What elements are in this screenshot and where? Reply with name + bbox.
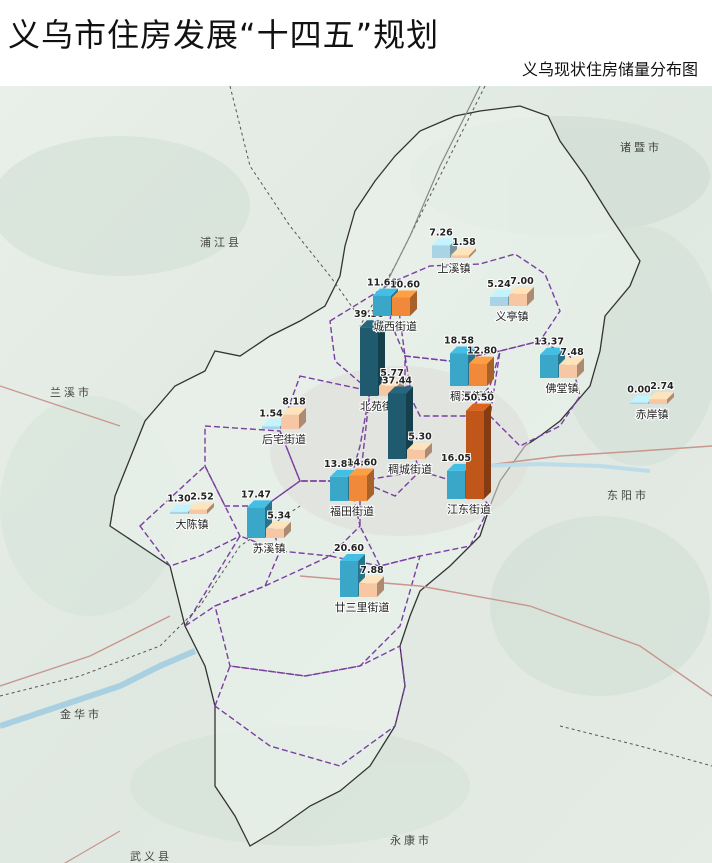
bar-series2-10 <box>466 403 491 499</box>
region-label-lanxi: 兰溪市 <box>50 385 92 399</box>
town-label-2: 后宅街道 <box>262 432 306 446</box>
value-label-s2-6: 7.88 <box>360 565 384 576</box>
value-label-s1-0: 1.30 <box>167 494 191 505</box>
town-label-6: 廿三里街道 <box>335 600 390 614</box>
town-label-11: 义亭镇 <box>496 309 529 323</box>
map: 诸暨市 浦江县 兰溪市 东阳市 金华市 永康市 武义县 1.30 2.52 大陈镇 1… <box>0 86 712 863</box>
value-label-s2-4: 5.30 <box>408 432 432 443</box>
region-label-yongkang: 永康市 <box>390 833 432 847</box>
page-title: 义乌市住房发展“十四五”规划 <box>8 16 440 54</box>
value-label-s1-4: 37.44 <box>382 375 412 386</box>
header: 义乌市住房发展“十四五”规划 义乌现状住房储量分布图 <box>0 0 712 87</box>
value-label-s2-11: 7.00 <box>510 276 534 287</box>
value-label-s1-1: 17.47 <box>241 489 271 500</box>
bar-series2-5 <box>349 468 374 501</box>
region-label-zhuji: 诸暨市 <box>620 140 662 154</box>
value-label-s2-9: 12.80 <box>467 346 497 357</box>
region-label-pujiang: 浦江县 <box>200 236 242 249</box>
town-label-12: 佛堂镇 <box>546 381 579 395</box>
value-label-s2-10: 50.50 <box>464 393 494 404</box>
town-label-10: 江东街道 <box>447 502 491 516</box>
town-label-1: 苏溪镇 <box>253 541 286 555</box>
town-label-8: 上溪镇 <box>438 261 471 275</box>
bar-series2-9 <box>469 356 494 386</box>
value-label-s2-7: 10.60 <box>390 279 420 290</box>
town-label-5: 福田街道 <box>330 504 374 518</box>
region-label-dongyang: 东阳市 <box>607 488 649 502</box>
value-label-s2-12: 7.48 <box>560 347 584 358</box>
value-label-s1-6: 20.60 <box>334 543 364 554</box>
value-label-s1-11: 5.24 <box>487 279 511 290</box>
value-label-s2-0: 2.52 <box>190 492 213 503</box>
value-label-s1-13: 0.00 <box>627 385 651 396</box>
map-subtitle: 义乌现状住房储量分布图 <box>521 60 698 79</box>
value-label-s1-2: 1.54 <box>259 408 283 419</box>
town-label-13: 赤岸镇 <box>636 407 669 421</box>
value-label-s2-8: 1.58 <box>452 237 476 248</box>
town-label-7: 城西街道 <box>373 319 417 333</box>
value-label-s2-13: 2.74 <box>650 381 674 392</box>
value-label-s2-5: 14.60 <box>347 457 377 468</box>
value-label-s2-1: 5.34 <box>267 511 291 522</box>
value-label-s1-8: 7.26 <box>429 227 453 238</box>
region-label-wuyi: 武义县 <box>130 850 172 863</box>
bar-series2-7 <box>392 290 417 316</box>
value-label-s2-2: 8.18 <box>282 397 306 408</box>
town-label-0: 大陈镇 <box>176 517 209 531</box>
value-label-s1-10: 16.05 <box>441 453 471 464</box>
town-label-4: 稠城街道 <box>388 462 432 476</box>
region-label-jinhua: 金华市 <box>60 707 102 721</box>
